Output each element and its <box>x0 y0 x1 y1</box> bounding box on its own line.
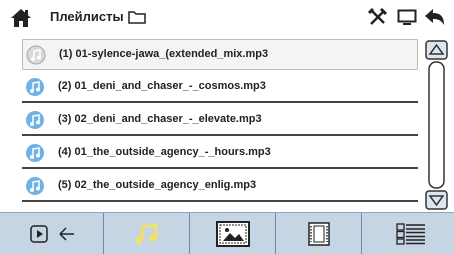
music-note-icon <box>26 78 44 96</box>
music-tab[interactable] <box>104 213 190 254</box>
film-icon <box>308 222 330 246</box>
tools-icon[interactable] <box>368 7 388 27</box>
playlist-item[interactable]: (5) 02_the_outside_agency_enlig.mp3 <box>22 171 418 202</box>
playlist-list: (1) 01-sylence-jawa_(extended_mix.mp3 (2… <box>22 39 418 204</box>
music-note-icon <box>26 45 46 65</box>
scrollbar[interactable] <box>425 40 448 211</box>
list-view-tab[interactable] <box>362 213 454 254</box>
video-tab[interactable] <box>276 213 362 254</box>
scroll-track[interactable] <box>428 61 445 189</box>
music-note-icon <box>26 177 44 195</box>
music-note-icon <box>26 144 44 162</box>
picture-icon <box>216 221 250 247</box>
header-bar: Плейлисты <box>0 0 454 34</box>
back-icon[interactable] <box>424 7 446 27</box>
play-back-icon <box>30 225 74 243</box>
list-view-icon <box>396 223 425 245</box>
monitor-icon[interactable] <box>397 9 417 26</box>
playlist-item[interactable]: (2) 01_deni_and_chaser_-_cosmos.mp3 <box>22 72 418 103</box>
folder-icon[interactable] <box>128 10 146 24</box>
picture-tab[interactable] <box>190 213 276 254</box>
music-note-icon <box>26 111 44 129</box>
playlist-item-label: (3) 02_deni_and_chaser_-_elevate.mp3 <box>58 113 262 125</box>
playlist-item-label: (2) 01_deni_and_chaser_-_cosmos.mp3 <box>58 80 266 92</box>
playlist-item-label: (4) 01_the_outside_agency_-_hours.mp3 <box>58 146 271 158</box>
playlist-item-label: (1) 01-sylence-jawa_(extended_mix.mp3 <box>59 48 269 60</box>
playlist-item[interactable]: (4) 01_the_outside_agency_-_hours.mp3 <box>22 138 418 169</box>
playlist-item[interactable]: (3) 02_deni_and_chaser_-_elevate.mp3 <box>22 105 418 136</box>
playlist-item-label: (5) 02_the_outside_agency_enlig.mp3 <box>58 179 257 191</box>
music-icon <box>135 223 158 244</box>
bottom-toolbar <box>0 212 454 254</box>
playlist-item[interactable]: (1) 01-sylence-jawa_(extended_mix.mp3 <box>22 39 418 70</box>
scroll-down-button[interactable] <box>425 190 448 210</box>
play-back-tab[interactable] <box>0 213 104 254</box>
scroll-up-button[interactable] <box>425 40 448 60</box>
page-title: Плейлисты <box>50 9 124 24</box>
home-icon[interactable] <box>10 8 32 28</box>
